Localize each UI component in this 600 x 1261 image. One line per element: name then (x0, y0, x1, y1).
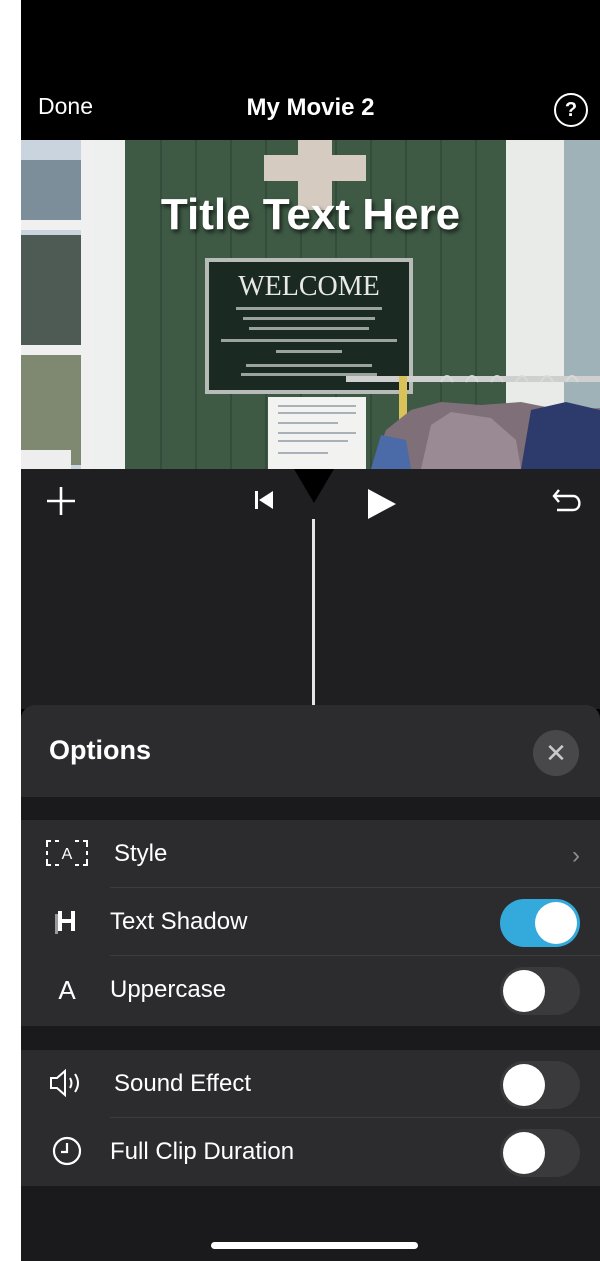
close-button[interactable]: ✕ (533, 730, 579, 776)
option-row-text-shadow: Text Shadow (21, 888, 600, 956)
toggle-knob (503, 970, 545, 1012)
option-row-uppercase: A Uppercase (21, 956, 600, 1024)
options-group-audio: Sound Effect Full Clip Duration (21, 1050, 600, 1186)
full-clip-duration-toggle[interactable] (500, 1129, 580, 1177)
chevron-right-icon: › (572, 842, 580, 869)
skip-to-start-icon[interactable] (253, 489, 275, 516)
text-shadow-toggle[interactable] (500, 899, 580, 947)
play-icon[interactable] (366, 487, 398, 526)
uppercase-toggle[interactable] (500, 967, 580, 1015)
top-navigation-bar: Done My Movie 2 ? (21, 85, 600, 133)
option-row-style[interactable]: A Style › (21, 820, 600, 888)
phone-screen: Done My Movie 2 ? WELCOME Title Text Her… (21, 0, 600, 1261)
clock-icon (43, 1135, 91, 1169)
sign-welcome-text: WELCOME (238, 271, 380, 302)
playback-controls (21, 469, 600, 709)
option-row-sound-effect: Sound Effect (21, 1050, 600, 1118)
options-title: Options (49, 735, 151, 765)
option-row-full-clip-duration: Full Clip Duration (21, 1118, 600, 1186)
undo-icon[interactable] (551, 484, 585, 523)
playhead-line (312, 519, 315, 709)
sound-effect-toggle[interactable] (500, 1061, 580, 1109)
style-frame-icon: A (43, 837, 91, 871)
project-title: My Movie 2 (246, 94, 375, 121)
title-text-overlay[interactable]: Title Text Here (21, 190, 600, 240)
options-sheet: Options ✕ A Style › Text Shadow A Upperc… (21, 705, 600, 1261)
home-indicator[interactable] (211, 1242, 418, 1249)
toggle-knob (503, 1064, 545, 1106)
uppercase-label: Uppercase (110, 976, 227, 1003)
text-shadow-label: Text Shadow (110, 908, 248, 935)
help-button[interactable]: ? (554, 93, 588, 127)
toggle-knob (503, 1132, 545, 1174)
full-clip-duration-label: Full Clip Duration (110, 1138, 295, 1165)
toggle-knob (535, 902, 577, 944)
uppercase-icon: A (58, 975, 76, 1005)
speaker-icon (43, 1067, 91, 1101)
svg-text:A: A (62, 846, 73, 863)
options-group-text: A Style › Text Shadow A Uppercase (21, 820, 600, 1026)
playhead-marker (294, 469, 334, 503)
video-preview[interactable]: WELCOME Title Text Here (21, 140, 600, 469)
plus-icon[interactable] (45, 485, 77, 522)
sound-effect-label: Sound Effect (114, 1070, 251, 1097)
text-shadow-icon (43, 905, 91, 939)
style-label: Style (114, 840, 168, 867)
options-header: Options ✕ (21, 705, 600, 797)
